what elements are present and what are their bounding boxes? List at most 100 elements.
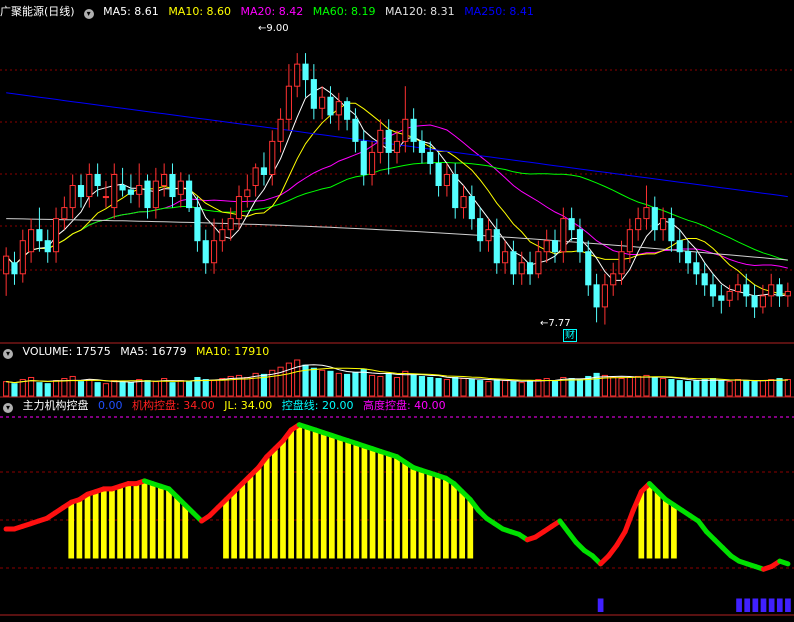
volume-bar: [626, 376, 633, 397]
volume-bar: [36, 382, 43, 397]
candle-body: [718, 295, 725, 301]
control-bar: [288, 430, 294, 559]
volume-bar: [219, 378, 226, 397]
candle-body: [119, 185, 126, 191]
volume-bar: [344, 373, 351, 397]
finance-badge[interactable]: 财: [563, 329, 577, 342]
low-control-bar: [736, 598, 742, 612]
candle-body: [294, 63, 301, 87]
candle-body: [94, 173, 101, 187]
volume-bar: [244, 376, 251, 397]
volume-bar: [726, 381, 733, 397]
ma5-line: [5, 86, 788, 297]
candle-body: [468, 196, 475, 220]
candle-body: [418, 140, 426, 153]
control-bar: [109, 488, 115, 559]
low-control-bar: [752, 598, 759, 612]
ma60-label: MA60: 8.19: [312, 5, 376, 18]
candle-body: [551, 240, 559, 253]
volume-bar: [310, 367, 317, 397]
candle-body: [435, 162, 442, 187]
volume-bar: [618, 378, 625, 397]
candle-body: [701, 273, 708, 286]
indicator-header: ▾ 主力机构控盘 0.00 机构控盘: 34.00 JL: 34.00 控盘线:…: [0, 398, 452, 414]
control-bar: [418, 470, 425, 559]
candle-body: [28, 229, 35, 253]
volume-bar: [393, 376, 401, 397]
volume-bar: [152, 381, 159, 397]
volume-bar: [485, 381, 492, 397]
candle-body: [144, 180, 151, 209]
control-bar: [345, 440, 351, 559]
volume-bar: [610, 376, 617, 397]
control-bar: [255, 467, 262, 559]
candle-body: [493, 229, 500, 264]
volume-bar: [468, 379, 475, 397]
control-bar: [312, 430, 319, 559]
candle-body: [102, 196, 110, 199]
dropdown-icon[interactable]: ▾: [83, 9, 94, 19]
candle-body: [460, 196, 467, 209]
candle-body: [335, 101, 342, 116]
candle-body: [768, 284, 775, 297]
control-bar: [231, 491, 237, 559]
control-bar: [271, 448, 278, 559]
volume-bar: [693, 380, 700, 397]
dropdown-icon[interactable]: ▾: [3, 403, 13, 413]
control-bar: [361, 446, 368, 559]
volume-bar: [111, 380, 118, 397]
stock-chart-svg: [0, 53, 794, 616]
dropdown-icon[interactable]: ▾: [3, 349, 13, 359]
volume-bar: [743, 380, 750, 397]
control-bar: [280, 440, 286, 559]
candle-body: [352, 118, 359, 142]
candle-body: [302, 63, 309, 81]
control-bar: [328, 435, 335, 559]
volume-bar: [360, 368, 367, 397]
control-bar: [402, 462, 408, 559]
candle-body: [269, 140, 276, 175]
candle-body: [502, 251, 509, 264]
candle-body: [277, 118, 284, 142]
volume-bar: [701, 379, 708, 397]
control-bar: [394, 456, 400, 559]
control-bar: [304, 427, 311, 559]
control-bar: [68, 502, 75, 559]
volume-bar: [335, 372, 342, 397]
control-bar: [410, 467, 417, 559]
control-bar: [369, 448, 376, 559]
low-control-bar: [776, 598, 783, 612]
control-line-segment: [777, 558, 791, 567]
low-control-bar: [768, 598, 775, 612]
candle-body: [36, 229, 43, 242]
candle-body: [693, 262, 700, 275]
high-annotation: ←9.00: [258, 23, 289, 34]
candle-body: [244, 189, 251, 198]
control-bar: [174, 496, 180, 559]
volume-bar: [668, 379, 675, 397]
candle-body: [360, 140, 367, 175]
control-bar: [239, 483, 246, 559]
candle-body: [660, 218, 667, 231]
candle-body: [219, 229, 226, 242]
volume-bar: [327, 370, 334, 397]
candle-body: [743, 284, 750, 297]
control-line-segment: [622, 507, 636, 535]
candle-body: [252, 167, 259, 187]
candle-body: [643, 207, 650, 220]
candle-body: [52, 218, 60, 253]
candle-body: [86, 173, 93, 198]
volume-ma5-label: MA5: 16779: [120, 345, 187, 358]
candle-body: [568, 218, 575, 231]
candle-body: [676, 240, 683, 253]
candle-body: [235, 196, 243, 220]
volume-bar: [768, 379, 775, 397]
control-bar: [133, 483, 140, 559]
volume-ma10-label: MA10: 17910: [195, 345, 270, 358]
control-bar: [76, 499, 83, 559]
volume-label: VOLUME: 17575: [22, 345, 111, 358]
volume-bar: [751, 381, 758, 397]
ma5-label: MA5: 8.61: [103, 5, 159, 18]
control-bar: [182, 504, 189, 559]
control-bar: [377, 451, 384, 559]
